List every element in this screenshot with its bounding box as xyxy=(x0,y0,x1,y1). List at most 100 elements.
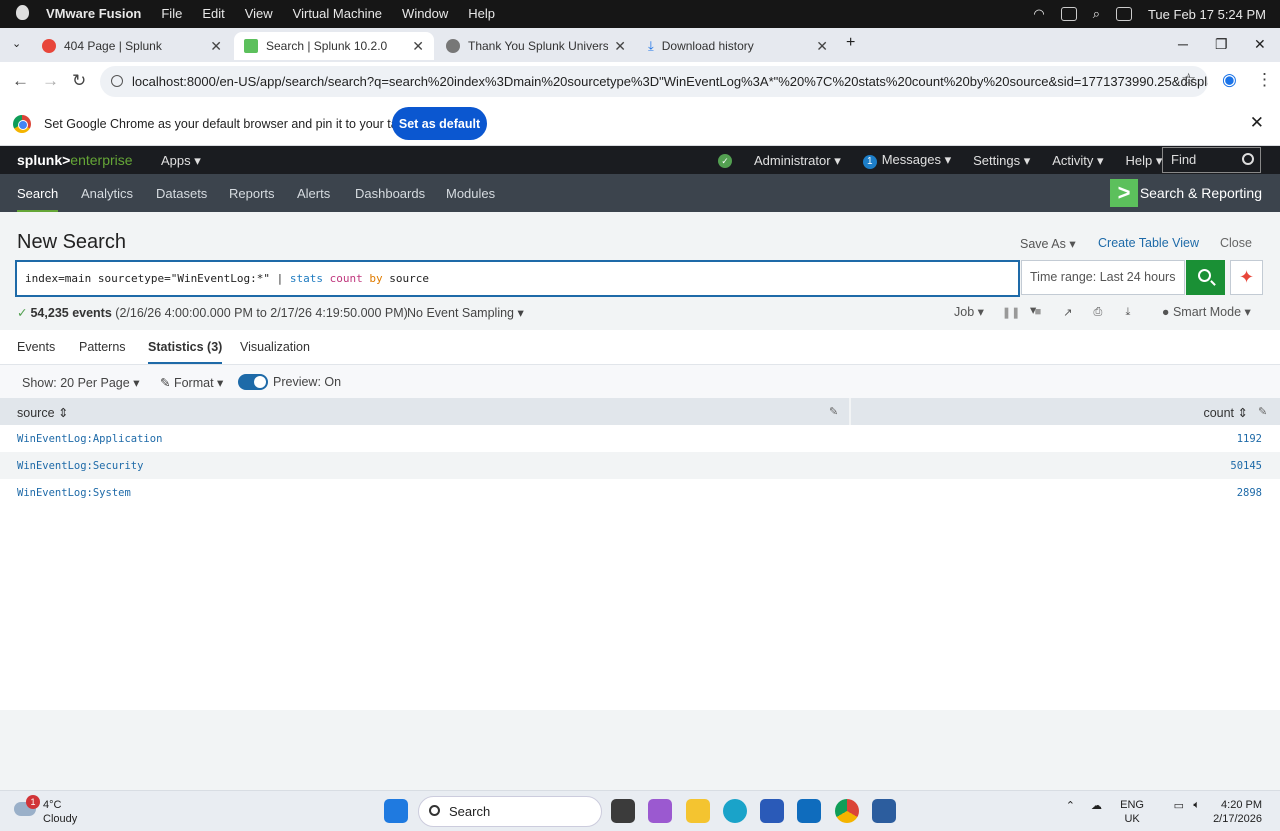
search-mode-menu[interactable]: ● Smart Mode ▾ xyxy=(1162,304,1251,319)
nav-modules[interactable]: Modules xyxy=(446,186,495,201)
outlook-icon[interactable] xyxy=(797,799,821,823)
profile-icon[interactable]: ◉ xyxy=(1222,70,1237,90)
site-info-icon[interactable] xyxy=(111,75,123,87)
print-icon[interactable]: ⎙ xyxy=(1092,306,1104,318)
nav-reports[interactable]: Reports xyxy=(229,186,275,201)
settings-menu[interactable]: Settings ▾ xyxy=(973,153,1030,169)
powershell-icon[interactable] xyxy=(872,799,896,823)
tab-patterns[interactable]: Patterns xyxy=(79,340,126,354)
source-cell[interactable]: WinEventLog:Security xyxy=(17,460,143,472)
column-header-source[interactable]: source ⇕ xyxy=(17,405,69,420)
mac-clock[interactable]: Tue Feb 17 5:24 PM xyxy=(1148,7,1266,22)
menu-app[interactable]: VMware Fusion xyxy=(46,6,141,21)
nav-search[interactable]: Search xyxy=(17,186,59,213)
health-ok-icon[interactable]: ✓ xyxy=(718,153,732,168)
share-icon[interactable]: ↗ xyxy=(1062,306,1074,319)
menu-view[interactable]: View xyxy=(245,6,273,21)
activity-menu[interactable]: Activity ▾ xyxy=(1052,153,1103,169)
back-arrow-icon[interactable]: ← xyxy=(12,71,29,91)
onedrive-icon[interactable]: ☁ xyxy=(1091,799,1102,812)
store-icon[interactable] xyxy=(760,799,784,823)
taskbar-search[interactable]: Search xyxy=(418,796,602,827)
url-bar[interactable]: localhost:8000/en-US/app/search/search?q… xyxy=(100,66,1208,97)
edge-icon[interactable] xyxy=(723,799,747,823)
minimize-window-icon[interactable]: ─ xyxy=(1178,36,1188,52)
export-icon[interactable]: ⤓ xyxy=(1122,306,1134,318)
show-hidden-icons-icon[interactable]: ⌃ xyxy=(1066,799,1075,812)
source-cell[interactable]: WinEventLog:System xyxy=(17,487,131,499)
tab-statistics[interactable]: Statistics (3) xyxy=(148,340,223,365)
wifi-icon[interactable]: ◠ xyxy=(1033,6,1044,22)
format-menu[interactable]: ✎ Format ▾ xyxy=(160,375,223,390)
reload-icon[interactable]: ↻ xyxy=(72,71,86,91)
apple-icon[interactable] xyxy=(16,5,29,20)
nav-datasets[interactable]: Datasets xyxy=(156,186,207,201)
close-tab-icon[interactable]: ✕ xyxy=(614,38,626,55)
edit-column-icon[interactable]: ✎ xyxy=(829,405,838,418)
bookmark-star-icon[interactable]: ☆ xyxy=(1181,70,1196,90)
menu-help[interactable]: Help xyxy=(468,6,495,21)
network-icon[interactable]: ▭ xyxy=(1174,799,1184,812)
copilot-icon[interactable] xyxy=(648,799,672,823)
create-table-view-link[interactable]: Create Table View xyxy=(1098,236,1199,250)
job-menu[interactable]: Job ▾ xyxy=(954,304,984,319)
administrator-menu[interactable]: Administrator ▾ xyxy=(754,153,841,169)
nav-alerts[interactable]: Alerts xyxy=(297,186,330,201)
forward-arrow-icon[interactable]: → xyxy=(42,71,59,91)
close-infobar-icon[interactable]: ✕ xyxy=(1250,113,1264,133)
messages-menu[interactable]: 1 Messages ▾ xyxy=(862,152,951,169)
column-divider[interactable] xyxy=(849,398,851,425)
language-indicator[interactable]: ENG UK xyxy=(1120,798,1144,826)
apps-menu[interactable]: Apps ▾ xyxy=(161,153,201,169)
browser-tab-search[interactable]: Search | Splunk 10.2.0 ✕ xyxy=(234,32,434,60)
chrome-menu-icon[interactable]: ⋮ xyxy=(1256,70,1273,90)
close-window-icon[interactable]: ✕ xyxy=(1254,36,1266,53)
count-cell[interactable]: 2898 xyxy=(1237,487,1262,499)
save-as-menu[interactable]: Save As ▾ xyxy=(1020,236,1076,251)
menu-virtual-machine[interactable]: Virtual Machine xyxy=(293,6,382,21)
new-tab-button[interactable]: + xyxy=(846,34,855,52)
browser-tab-404[interactable]: 404 Page | Splunk ✕ xyxy=(32,32,232,60)
spotlight-icon[interactable]: ⌕ xyxy=(1093,6,1100,22)
edit-column-icon[interactable]: ✎ xyxy=(1258,405,1267,418)
search-query-input[interactable]: index=main sourcetype="WinEventLog:*" | … xyxy=(15,260,1020,297)
ai-assistant-button[interactable]: ✦ xyxy=(1230,260,1263,295)
restore-window-icon[interactable]: ❐ xyxy=(1215,36,1228,53)
close-tab-icon[interactable]: ✕ xyxy=(816,38,828,55)
file-explorer-icon[interactable] xyxy=(686,799,710,823)
tab-search-chevron-icon[interactable]: ⌄ xyxy=(12,37,21,50)
splunk-logo[interactable]: splunk>enterprise xyxy=(17,152,133,168)
taskbar-clock[interactable]: 4:20 PM 2/17/2026 xyxy=(1202,798,1262,826)
menu-file[interactable]: File xyxy=(161,6,182,21)
tab-visualization[interactable]: Visualization xyxy=(240,340,310,354)
menu-window[interactable]: Window xyxy=(402,6,448,21)
set-as-default-button[interactable]: Set as default xyxy=(392,107,487,140)
control-center-icon[interactable] xyxy=(1115,7,1132,21)
run-search-button[interactable] xyxy=(1186,260,1225,295)
pause-icon[interactable]: ❚❚ xyxy=(1002,306,1020,319)
event-sampling-menu[interactable]: No Event Sampling ▾ xyxy=(407,305,524,320)
menu-edit[interactable]: Edit xyxy=(202,6,224,21)
close-tab-icon[interactable]: ✕ xyxy=(210,38,222,55)
count-cell[interactable]: 1192 xyxy=(1237,433,1262,445)
close-tab-icon[interactable]: ✕ xyxy=(412,38,424,55)
nav-analytics[interactable]: Analytics xyxy=(81,186,133,201)
search-icon[interactable] xyxy=(1242,153,1254,165)
battery-icon[interactable] xyxy=(1060,7,1077,21)
per-page-menu[interactable]: Show: 20 Per Page ▾ xyxy=(22,375,139,390)
browser-tab-thank-you[interactable]: Thank You Splunk Universal For ✕ xyxy=(436,32,636,60)
column-header-count[interactable]: count ⇕ xyxy=(1203,405,1248,420)
task-view-icon[interactable] xyxy=(611,799,635,823)
count-cell[interactable]: 50145 xyxy=(1230,460,1262,472)
stop-icon[interactable]: ■ xyxy=(1032,306,1044,318)
chrome-icon[interactable] xyxy=(835,799,859,823)
source-cell[interactable]: WinEventLog:Application xyxy=(17,433,162,445)
close-link[interactable]: Close xyxy=(1220,236,1252,250)
preview-toggle[interactable] xyxy=(238,374,268,390)
help-menu[interactable]: Help ▾ xyxy=(1126,153,1163,169)
windows-start-icon[interactable] xyxy=(384,799,408,823)
find-input[interactable]: Find xyxy=(1162,147,1261,173)
nav-dashboards[interactable]: Dashboards xyxy=(355,186,425,201)
tab-events[interactable]: Events xyxy=(17,340,55,354)
time-range-picker[interactable]: Time range: Last 24 hours ▾ xyxy=(1021,260,1185,317)
